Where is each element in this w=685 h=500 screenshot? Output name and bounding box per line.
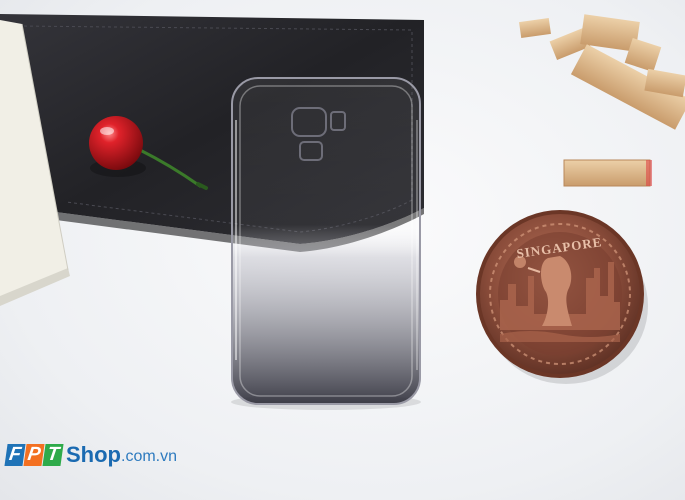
logo-letter-p: P [23,444,45,466]
product-photo: SINGAPORE F P T Shop .com.vn [0,0,685,500]
fpt-shop-logo: F P T Shop .com.vn [4,438,178,472]
logo-letter-t: T [42,444,64,466]
wooden-blocks [519,14,685,187]
phone-case [231,77,421,410]
logo-domain-text: .com.vn [121,448,178,465]
logo-letter-f: F [4,444,26,466]
singapore-coin: SINGAPORE [476,210,648,384]
logo-shop-text: Shop [66,442,121,467]
photo-illustration: SINGAPORE [0,14,685,410]
